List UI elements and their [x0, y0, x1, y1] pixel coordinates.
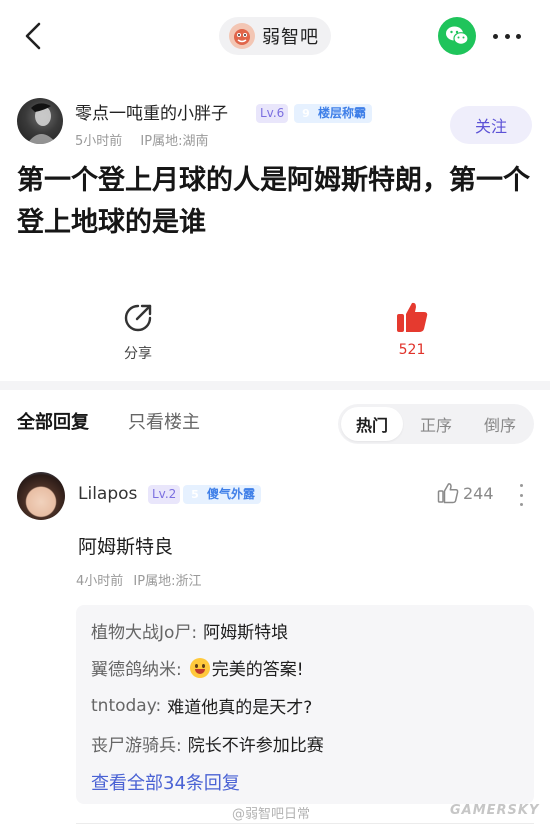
thumbs-up-outline-icon: [437, 483, 459, 504]
comment-time: 4小时前: [76, 574, 124, 589]
comment-title-label: 傻气外露: [207, 487, 256, 501]
post-ip: IP属地:湖南: [140, 134, 209, 149]
author-avatar[interactable]: [17, 98, 63, 144]
comment-ip: IP属地:浙江: [133, 574, 202, 589]
forum-pill[interactable]: 弱智吧: [219, 17, 331, 55]
sub-reply-text: 院长不许参加比赛: [187, 736, 324, 756]
share-label: 分享: [124, 346, 152, 362]
top-bar: 弱智吧: [0, 0, 550, 72]
title-level-icon: 5: [185, 484, 205, 505]
wechat-share-button[interactable]: [438, 17, 476, 55]
sub-reply-text: 阿姆斯特埌: [203, 623, 289, 643]
dot-icon: [516, 33, 521, 39]
more-options-button[interactable]: [490, 22, 524, 50]
author-name[interactable]: 零点一吨重的小胖子: [75, 99, 228, 124]
dot-icon: [519, 493, 523, 497]
dot-icon: [493, 33, 498, 39]
dot-icon: [504, 33, 510, 39]
sub-reply[interactable]: tntoday: 难道他真的是天才?: [91, 693, 313, 719]
sub-reply-user[interactable]: tntoday:: [91, 696, 161, 716]
comment-level-badge: Lv.2: [148, 485, 181, 504]
sub-reply-text: 完美的答案!: [211, 660, 304, 680]
comment-divider: [76, 823, 534, 824]
wechat-icon: [446, 26, 469, 45]
share-button[interactable]: 分享: [118, 303, 158, 363]
title-badge-label: 楼层称霸: [318, 106, 367, 120]
sub-reply[interactable]: 丧尸游骑兵: 院长不许参加比赛: [91, 731, 324, 756]
comment-like-button[interactable]: 244: [437, 482, 494, 504]
share-icon: [124, 304, 152, 332]
sort-ascending[interactable]: 正序: [404, 404, 468, 444]
comment-text: 阿姆斯特良: [78, 536, 174, 558]
sort-segmented-control: 热门 正序 倒序: [338, 404, 534, 444]
tab-only-op[interactable]: 只看楼主: [128, 408, 200, 434]
like-button[interactable]: 521: [390, 300, 434, 358]
comment-meta: 4小时前 IP属地:浙江: [76, 570, 201, 589]
title-badge: 9 楼层称霸: [294, 103, 373, 124]
forum-name: 弱智吧: [262, 27, 319, 48]
post-title: 第一个登上月球的人是阿姆斯特朗，第一个登上地球的是谁: [17, 165, 530, 238]
sub-reply[interactable]: 翼德鸽纳米: 完美的答案!: [91, 655, 304, 680]
gamersky-watermark: GAMERSKY: [450, 803, 540, 818]
thumbs-up-icon: [397, 302, 428, 332]
chevron-left-icon: [25, 22, 41, 50]
sub-reply-user[interactable]: 丧尸游骑兵:: [91, 731, 182, 756]
sub-replies-box[interactable]: 植物大战Jo尸: 阿姆斯特埌 翼德鸽纳米: 完美的答案! tntoday: 难道…: [76, 605, 534, 804]
back-button[interactable]: [18, 18, 48, 54]
title-level-icon: 9: [296, 103, 316, 124]
comment-more-button[interactable]: [518, 484, 524, 506]
dot-icon: [519, 503, 523, 506]
like-count: 521: [398, 342, 426, 358]
dot-icon: [519, 484, 523, 487]
comment-like-count: 244: [463, 483, 494, 503]
grinning-emoji-icon: [189, 657, 210, 678]
comment-title-badge: 5 傻气外露: [183, 484, 262, 505]
post-time: 5小时前: [75, 134, 123, 149]
comment-avatar[interactable]: [17, 472, 65, 520]
tab-all-replies[interactable]: 全部回复: [17, 408, 89, 434]
forum-avatar: [229, 23, 255, 49]
sub-reply-text: 难道他真的是天才?: [167, 698, 313, 718]
sub-reply-user[interactable]: 翼德鸽纳米:: [91, 655, 182, 680]
sort-descending[interactable]: 倒序: [468, 404, 532, 444]
level-badge: Lv.6: [256, 104, 289, 123]
view-all-replies-link[interactable]: 查看全部34条回复: [91, 769, 240, 795]
sub-reply[interactable]: 植物大战Jo尸: 阿姆斯特埌: [91, 618, 288, 643]
sub-reply-user[interactable]: 植物大战Jo尸:: [91, 618, 197, 643]
sort-hot[interactable]: 热门: [341, 407, 403, 441]
weibo-watermark: @弱智吧日常: [232, 807, 311, 822]
comment-username[interactable]: Lilapos: [78, 484, 137, 504]
post-meta: 5小时前 IP属地:湖南: [75, 130, 208, 149]
follow-button[interactable]: 关注: [450, 106, 532, 144]
section-divider: [0, 381, 550, 390]
